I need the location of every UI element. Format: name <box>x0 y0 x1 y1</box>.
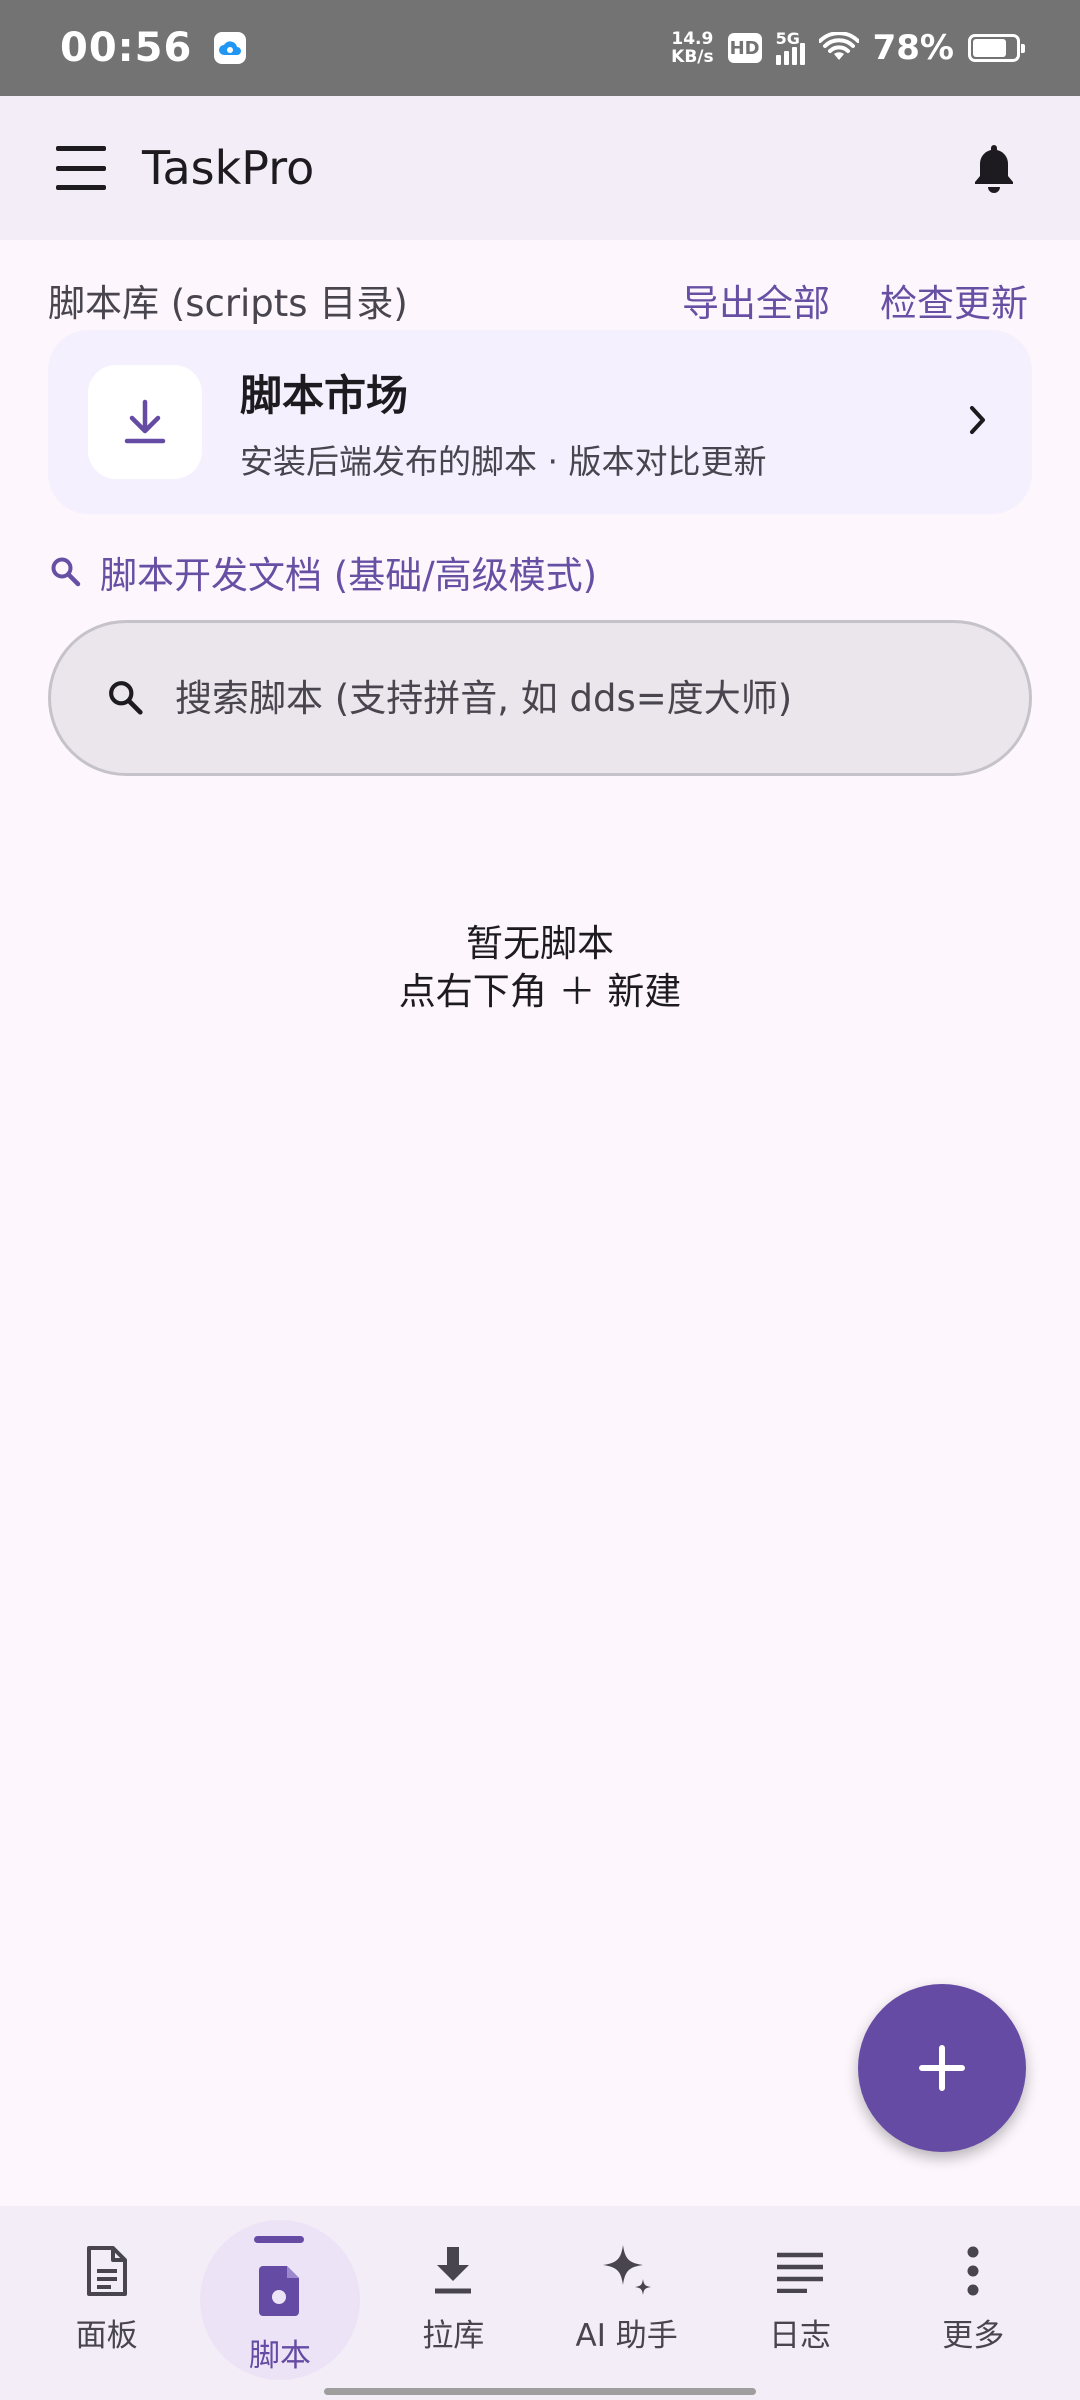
nav-item-ai-assistant[interactable]: AI 助手 <box>547 2206 707 2400</box>
battery-percent: 78% <box>872 28 954 68</box>
search-input[interactable] <box>175 676 973 720</box>
home-indicator[interactable] <box>324 2388 756 2395</box>
network-speed-value: 14.9 <box>671 29 714 49</box>
nav-label: 脚本 <box>248 2338 311 2374</box>
network-type: 5G <box>775 29 800 48</box>
menu-line <box>56 185 106 190</box>
download-icon <box>431 2240 475 2302</box>
battery-fill <box>973 39 1006 57</box>
wifi-icon <box>818 32 859 60</box>
empty-state-hint: 点右下角 ＋ 新建 <box>398 970 682 1013</box>
top-app-bar: TaskPro <box>0 96 1080 240</box>
market-text: 脚本市场 安装后端发布的脚本 · 版本对比更新 <box>240 362 766 483</box>
app-title: TaskPro <box>142 141 315 195</box>
chevron-right-icon <box>968 403 988 441</box>
library-actions: 导出全部 检查更新 <box>682 273 1028 327</box>
empty-state-title: 暂无脚本 <box>466 922 614 965</box>
nav-label: AI 助手 <box>575 2318 678 2354</box>
check-updates-button[interactable]: 检查更新 <box>880 273 1028 327</box>
signal-bar <box>783 51 789 65</box>
download-icon <box>88 365 202 479</box>
library-title: 脚本库 (scripts 目录) <box>48 282 408 325</box>
hd-icon: HD <box>727 33 762 63</box>
status-right: 14.9 KB/s HD 5G 78% <box>671 28 1025 68</box>
signal-bar <box>775 55 781 65</box>
nav-label: 更多 <box>942 2318 1005 2354</box>
bottom-navigation: 面板 脚本 拉库 AI 助手 日志 更多 <box>0 2206 1080 2400</box>
market-subtitle: 安装后端发布的脚本 · 版本对比更新 <box>240 441 767 481</box>
search-icon <box>51 557 81 587</box>
nav-item-panel[interactable]: 面板 <box>27 2206 187 2400</box>
signal-bar <box>799 43 805 65</box>
empty-state: 暂无脚本 点右下角 ＋ 新建 <box>0 920 1080 1016</box>
screen: 00:56 14.9 KB/s HD 5G 78% TaskPro 脚本库 (s… <box>0 0 1080 2400</box>
nav-label: 面板 <box>75 2318 138 2354</box>
bell-icon[interactable] <box>964 138 1024 198</box>
search-icon <box>109 681 143 715</box>
cloud-app-icon <box>214 32 247 64</box>
nav-item-logs[interactable]: 日志 <box>720 2206 880 2400</box>
status-time: 00:56 <box>60 25 193 71</box>
nav-item-pull-repo[interactable]: 拉库 <box>373 2206 533 2400</box>
nav-item-more[interactable]: 更多 <box>893 2206 1053 2400</box>
signal-bar <box>791 47 797 65</box>
cellular-signal-icon: 5G <box>775 29 805 65</box>
network-speed-unit: KB/s <box>671 47 714 67</box>
nav-item-scripts[interactable]: 脚本 <box>199 2206 360 2400</box>
status-bar: 00:56 14.9 KB/s HD 5G 78% <box>0 0 1080 96</box>
more-vertical-icon <box>966 2240 980 2302</box>
document-icon <box>85 2240 129 2302</box>
script-market-card[interactable]: 脚本市场 安装后端发布的脚本 · 版本对比更新 <box>48 330 1032 514</box>
script-search-bar[interactable] <box>48 620 1032 776</box>
status-left: 00:56 <box>60 25 247 71</box>
nav-label: 拉库 <box>422 2318 485 2354</box>
hamburger-menu-icon[interactable] <box>56 142 108 194</box>
export-all-button[interactable]: 导出全部 <box>682 273 830 327</box>
add-script-button[interactable] <box>858 1984 1026 2152</box>
script-docs-link[interactable]: 脚本开发文档 (基础/高级模式) <box>50 544 597 600</box>
menu-line <box>56 146 106 151</box>
lines-icon <box>775 2240 825 2302</box>
active-bar <box>253 2236 304 2243</box>
sparkle-icon <box>601 2240 653 2302</box>
script-file-icon <box>257 2260 303 2322</box>
market-title: 脚本市场 <box>240 370 409 420</box>
battery-icon <box>968 34 1025 62</box>
nav-label: 日志 <box>768 2318 831 2354</box>
library-header: 脚本库 (scripts 目录) 导出全部 检查更新 <box>48 270 1028 330</box>
plus-icon <box>919 2045 965 2091</box>
network-speed: 14.9 KB/s <box>671 30 713 66</box>
docs-link-label: 脚本开发文档 (基础/高级模式) <box>100 554 598 597</box>
menu-line <box>56 165 106 171</box>
